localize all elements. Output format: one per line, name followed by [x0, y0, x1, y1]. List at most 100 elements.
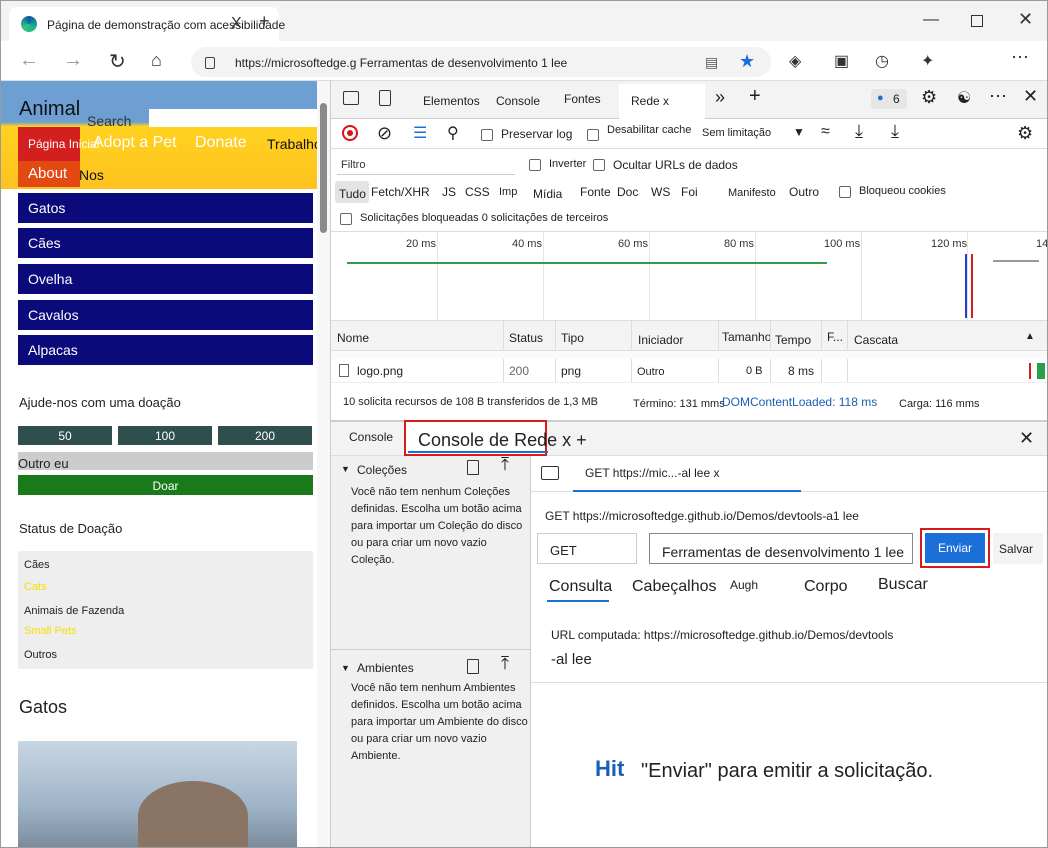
type-filter-doc[interactable]: Doc: [617, 185, 638, 199]
back-icon[interactable]: ←: [19, 49, 39, 72]
col-status[interactable]: Status: [509, 331, 543, 345]
maximize-icon[interactable]: [971, 15, 983, 27]
extensions-icon[interactable]: ◈: [789, 51, 801, 71]
import-har-icon[interactable]: ⤓: [855, 121, 863, 142]
network-conditions-icon[interactable]: ≈: [821, 123, 830, 141]
col-waterfall[interactable]: Cascata: [854, 333, 898, 347]
import-collection-icon[interactable]: ⤒: [501, 454, 509, 475]
favorite-star-icon[interactable]: ★: [739, 51, 755, 72]
filter-icon[interactable]: ☰: [413, 123, 427, 143]
drawer-tab-console[interactable]: Console: [349, 430, 393, 444]
import-environment-icon[interactable]: ⤒: [501, 653, 509, 674]
record-icon[interactable]: [342, 125, 358, 141]
performance-icon[interactable]: ◷: [875, 51, 889, 71]
inspect-icon[interactable]: [343, 91, 359, 105]
new-tab-button[interactable]: +: [259, 11, 270, 32]
nav-adopt[interactable]: Adopt a Pet: [93, 134, 177, 152]
url-field[interactable]: https://microsoftedge.g Ferramentas de d…: [191, 47, 771, 77]
more-menu-icon[interactable]: ⋯: [1011, 47, 1029, 68]
type-filter-manifest[interactable]: Manifesto: [728, 187, 776, 199]
type-filter-wasm[interactable]: Foi: [681, 185, 698, 199]
issues-badge[interactable]: ● 6: [871, 89, 907, 109]
tab-close-button[interactable]: X: [231, 15, 242, 33]
type-filter-other[interactable]: Outro: [789, 185, 819, 199]
toggle-sidebar-icon[interactable]: [541, 466, 559, 480]
collapse-triangle-icon[interactable]: ▼: [341, 464, 350, 474]
filter-input[interactable]: Filtro: [337, 155, 515, 175]
new-environment-icon[interactable]: [467, 659, 479, 674]
browser-tab[interactable]: Página de demonstração com acessibilidad…: [9, 7, 285, 41]
drawer-tab-network-console[interactable]: Console de Rede x +: [404, 420, 587, 456]
throttling-select[interactable]: Sem limitação: [702, 127, 771, 139]
search-input[interactable]: [149, 109, 317, 127]
type-filter-ws[interactable]: WS: [651, 185, 670, 199]
animal-nav-ovelha[interactable]: Ovelha: [18, 264, 313, 294]
drawer-close-icon[interactable]: ✕: [1019, 428, 1034, 449]
col-time[interactable]: Tempo: [775, 333, 811, 347]
blocked-requests-checkbox[interactable]: [340, 211, 352, 225]
add-tab-icon[interactable]: +: [749, 85, 761, 108]
forward-icon[interactable]: →: [63, 49, 83, 72]
more-tabs-icon[interactable]: »: [715, 87, 725, 108]
invert-checkbox[interactable]: [529, 157, 541, 171]
collapse-triangle-icon[interactable]: ▼: [341, 663, 350, 673]
amount-100-button[interactable]: 100: [118, 426, 212, 445]
home-icon[interactable]: ⌂: [151, 50, 162, 71]
amount-50-button[interactable]: 50: [18, 426, 112, 445]
clear-icon[interactable]: ⊘: [377, 123, 392, 144]
animal-nav-gatos[interactable]: Gatos: [18, 193, 313, 223]
type-filter-media[interactable]: Mídia: [533, 187, 562, 201]
save-button[interactable]: Salvar: [993, 533, 1043, 564]
refresh-icon[interactable]: ↻: [109, 49, 126, 74]
blocked-cookies-checkbox[interactable]: [839, 184, 851, 198]
disable-cache-checkbox[interactable]: [587, 127, 599, 141]
office-icon[interactable]: ▣: [834, 51, 849, 71]
tab-sources[interactable]: Fontes: [564, 92, 601, 106]
url-input[interactable]: Ferramentas de desenvolvimento 1 lee: [649, 533, 913, 564]
subtab-query[interactable]: Consulta: [549, 578, 612, 596]
minimize-icon[interactable]: —: [923, 11, 939, 29]
sort-up-icon[interactable]: ▲: [1025, 331, 1035, 342]
type-filter-all[interactable]: Tudo: [339, 187, 366, 201]
tab-elements[interactable]: Elementos: [423, 94, 480, 108]
devtools-close-icon[interactable]: ✕: [1023, 86, 1038, 107]
read-aloud-icon[interactable]: ▤: [705, 54, 718, 71]
col-size[interactable]: Tamanho: [722, 330, 771, 344]
customize-icon[interactable]: ☯: [957, 88, 971, 108]
nav-about[interactable]: About: [28, 165, 67, 182]
export-har-icon[interactable]: ⤓: [891, 121, 899, 142]
col-name[interactable]: Nome: [337, 331, 369, 345]
request-tab[interactable]: GET https://mic...-al lee x: [573, 456, 801, 492]
subtab-body[interactable]: Corpo: [804, 578, 848, 596]
donate-button[interactable]: Doar: [18, 475, 313, 495]
animal-nav-cavalos[interactable]: Cavalos: [18, 300, 313, 330]
method-select[interactable]: GET: [537, 533, 637, 564]
close-window-icon[interactable]: ✕: [1018, 9, 1033, 30]
settings-gear-icon[interactable]: ⚙: [921, 87, 937, 108]
type-filter-img[interactable]: Imp: [499, 186, 517, 198]
copilot-icon[interactable]: ✦: [921, 51, 934, 71]
new-collection-icon[interactable]: [467, 460, 479, 475]
nav-donate[interactable]: Donate: [195, 134, 247, 152]
tab-network-active[interactable]: Rede x: [619, 84, 705, 119]
hide-data-urls-checkbox[interactable]: [593, 157, 605, 171]
subtab-fetch[interactable]: Buscar: [878, 576, 928, 594]
timeline-overview[interactable]: 20 ms 40 ms 60 ms 80 ms 100 ms 120 ms 14: [331, 231, 1047, 322]
page-scrollbar[interactable]: [317, 81, 330, 847]
type-filter-font[interactable]: Fonte: [580, 185, 611, 199]
animal-nav-caes[interactable]: Cães: [18, 228, 313, 258]
devtools-more-icon[interactable]: ⋯: [989, 86, 1007, 107]
device-emulation-icon[interactable]: [379, 90, 391, 106]
type-filter-js[interactable]: JS: [442, 185, 456, 199]
table-row[interactable]: logo.png 200 png Outro 0 B 8 ms: [331, 360, 1047, 383]
amount-200-button[interactable]: 200: [218, 426, 312, 445]
send-button[interactable]: Enviar: [925, 533, 985, 563]
table-row-partial[interactable]: [331, 351, 1047, 359]
nav-home[interactable]: Página Inicial: [28, 137, 99, 151]
preserve-log-checkbox[interactable]: [481, 127, 493, 141]
animal-nav-alpacas[interactable]: Alpacas: [18, 335, 313, 365]
chevron-down-icon[interactable]: ▼: [793, 125, 805, 139]
col-fulfilled[interactable]: F...: [827, 330, 843, 344]
col-initiator[interactable]: Iniciador: [638, 333, 683, 347]
type-filter-fetch[interactable]: Fetch/XHR: [371, 185, 430, 199]
